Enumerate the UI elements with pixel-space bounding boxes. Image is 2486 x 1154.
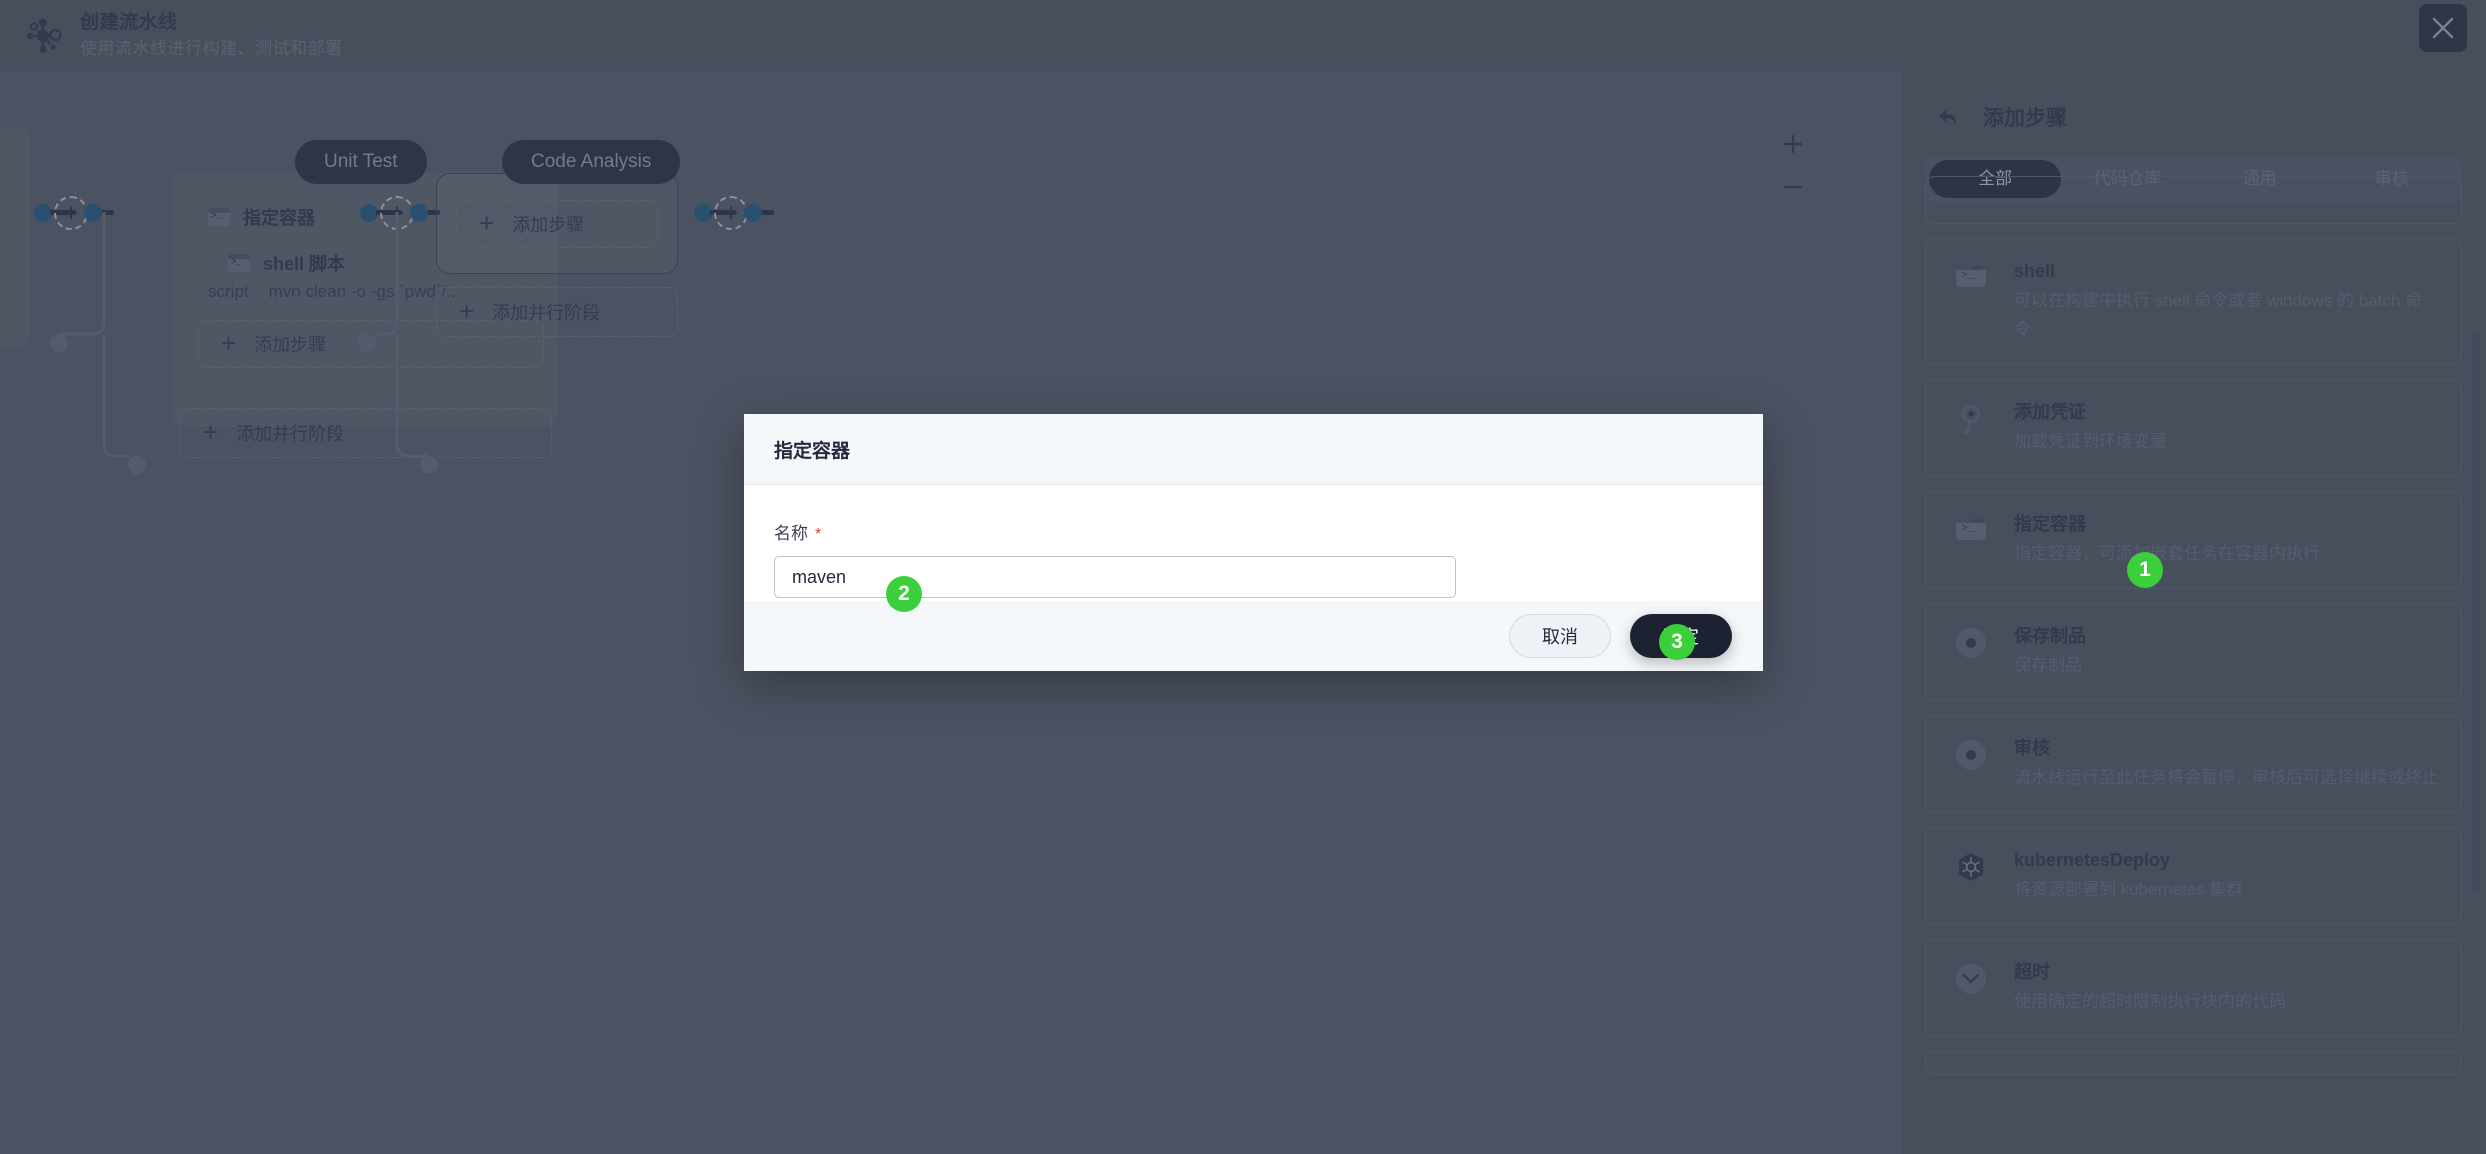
name-input[interactable] [774,556,1456,598]
app-root: + Unit Test 指定容器 shell 脚本 scriptmvn clea… [0,0,2486,1154]
dialog-title: 指定容器 [774,440,851,462]
hint-badge-1: 1 [2127,552,2163,588]
dialog-footer: 取消 确定 [744,601,1763,671]
name-field-label: 名称 * [774,519,1733,544]
dialog-header: 指定容器 [744,414,1763,485]
specify-container-dialog: 指定容器 名称 * 取消 确定 [744,414,1763,671]
cancel-button[interactable]: 取消 [1509,614,1611,658]
hint-badge-3: 3 [1659,624,1695,660]
name-field-label-text: 名称 [774,524,808,543]
required-asterisk: * [815,526,822,543]
hint-badge-2: 2 [886,576,922,612]
